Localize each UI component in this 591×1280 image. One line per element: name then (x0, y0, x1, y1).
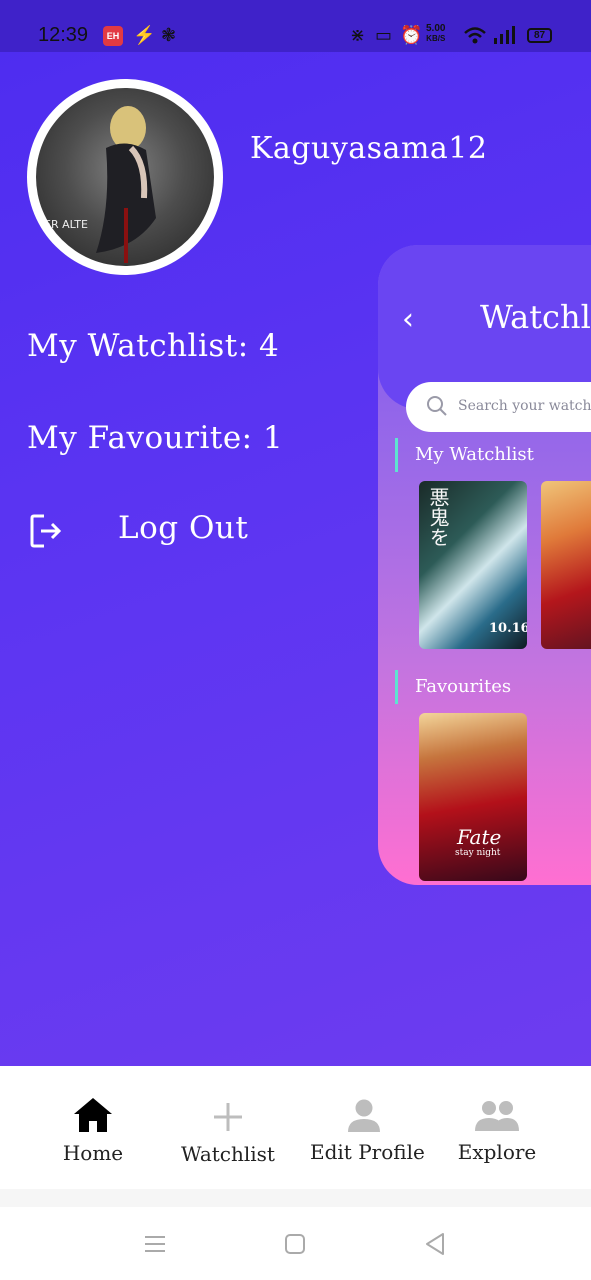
menu-icon[interactable] (142, 1231, 168, 1257)
watchlist-poster[interactable]: 悪鬼を 10.16 (419, 481, 527, 649)
net-speed-value: 5.00 (426, 23, 446, 34)
search-placeholder: Search your watchlist (458, 398, 591, 414)
status-time: 12:39 (38, 24, 89, 46)
svg-text:ER ALTE: ER ALTE (44, 218, 88, 231)
system-nav-bar (0, 1207, 591, 1280)
avatar-image: ER ALTE (36, 88, 214, 266)
watchlist-count[interactable]: My Watchlist: 4 (27, 328, 279, 364)
home-square-icon[interactable] (282, 1231, 308, 1257)
app-notification-icon: EH (103, 26, 123, 46)
preview-title: Watchlist (480, 298, 591, 336)
net-speed: 5.00 KB/S (426, 24, 445, 44)
nav-label: Home (62, 1141, 124, 1165)
poster-art-text: 悪鬼を (426, 487, 450, 547)
plus-icon (214, 1103, 242, 1131)
watchlist-preview-card[interactable]: ‹ Watchlist Search your watchlist My Wat… (378, 245, 591, 885)
messenger-icon: ⚡ (133, 25, 156, 45)
logout-icon[interactable] (30, 513, 62, 549)
favourites-heading: Favourites (415, 676, 512, 697)
username: Kaguyasama12 (250, 131, 488, 166)
nav-watchlist[interactable]: Watchlist (180, 1066, 276, 1189)
search-icon (427, 396, 447, 416)
section-accent-bar (395, 670, 398, 704)
alarm-icon: ⏰ (400, 25, 423, 45)
favourite-poster[interactable]: Fate stay night (419, 713, 527, 881)
nav-label: Edit Profile (310, 1140, 425, 1164)
home-icon (74, 1098, 112, 1132)
net-speed-unit: KB/S (426, 34, 446, 43)
battery-icon: 87 (527, 28, 552, 43)
group-icon (475, 1101, 519, 1131)
nav-edit-profile[interactable]: Edit Profile (310, 1066, 425, 1189)
watchlist-poster[interactable] (541, 481, 591, 649)
favourite-count[interactable]: My Favourite: 1 (27, 420, 283, 456)
vibrate-icon: ▭ (375, 25, 393, 45)
nav-label: Watchlist (181, 1142, 275, 1166)
section-accent-bar (395, 438, 398, 472)
avatar-illustration: ER ALTE (44, 106, 156, 263)
avatar[interactable]: ER ALTE (27, 79, 223, 275)
my-watchlist-heading: My Watchlist (415, 444, 534, 465)
nav-home[interactable]: Home (50, 1066, 136, 1189)
profile-screen: 12:39 EH ⚡ ❃ ⋇ ▭ ⏰ 5.00 KB/S 87 ER ALTE … (0, 0, 591, 1066)
bluetooth-icon: ⋇ (350, 25, 366, 45)
nav-label: Explore (457, 1140, 537, 1164)
logout-button[interactable]: Log Out (118, 510, 248, 546)
bug-icon: ❃ (161, 25, 177, 45)
poster-art-subtitle: stay night (455, 848, 501, 858)
wifi-icon (464, 27, 486, 44)
person-icon (348, 1099, 380, 1132)
status-bar: 12:39 EH ⚡ ❃ ⋇ ▭ ⏰ 5.00 KB/S 87 (0, 0, 591, 52)
nav-explore[interactable]: Explore (455, 1066, 539, 1189)
signal-icon (494, 26, 515, 44)
bottom-nav: Home Watchlist Edit Profile Explore (0, 1066, 591, 1189)
poster-art-date: 10.16 (489, 621, 527, 636)
poster-art-title: Fate (457, 825, 502, 849)
back-chevron-icon[interactable]: ‹ (402, 302, 414, 337)
search-input[interactable]: Search your watchlist (406, 382, 591, 432)
back-triangle-icon[interactable] (422, 1231, 448, 1257)
